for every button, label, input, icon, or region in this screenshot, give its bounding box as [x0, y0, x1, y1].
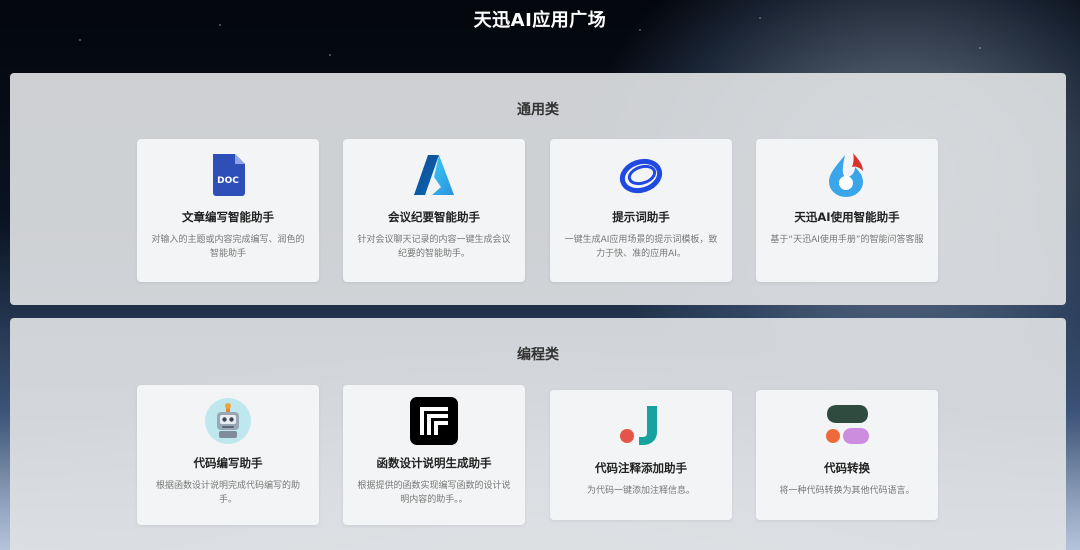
app-card-description: 根据提供的函数实现编写函数的设计说明内容的助手。。 [357, 481, 511, 505]
flame-drop-icon [823, 151, 871, 199]
app-card-code-converter[interactable]: 代码转换 将一种代码转换为其他代码语言。 [756, 390, 938, 520]
section-title: 编程类 [517, 347, 559, 363]
app-card-code-writer[interactable]: 代码编写助手 根据函数设计说明完成代码编写的助手。 [137, 385, 319, 525]
section-coding: 编程类 代码编写助手 根据函数设计说明完成代码编写的助手。 函数设计说明生成助手… [10, 318, 1066, 550]
blue-ring-icon [617, 151, 665, 199]
app-card-description: 对输入的主题或内容完成编写、润色的智能助手 [151, 235, 305, 259]
app-card-name: 代码注释添加助手 [595, 461, 687, 475]
app-card-function-doc-generator[interactable]: 函数设计说明生成助手 根据提供的函数实现编写函数的设计说明内容的助手。。 [343, 385, 525, 525]
dot-hook-icon [617, 402, 665, 450]
app-card-description: 为代码一键添加注释信息。 [586, 486, 695, 496]
app-card-name: 文章编写智能助手 [182, 210, 274, 224]
svg-text:DOC: DOC [217, 176, 239, 186]
section-general: 通用类 DOC 文章编写智能助手 对输入的主题或内容完成编写、润色的智能助手 会… [10, 73, 1066, 305]
app-card-description: 针对会议聊天记录的内容一键生成会议纪要的智能助手。 [357, 235, 511, 259]
app-card-article-writer[interactable]: DOC 文章编写智能助手 对输入的主题或内容完成编写、润色的智能助手 [137, 139, 319, 282]
app-card-description: 根据函数设计说明完成代码编写的助手。 [155, 481, 300, 505]
app-card-name: 提示词助手 [612, 210, 670, 224]
app-card-name: 代码编写助手 [193, 456, 263, 470]
app-card-name: 代码转换 [824, 461, 870, 475]
app-card-code-commenter[interactable]: 代码注释添加助手 为代码一键添加注释信息。 [550, 390, 732, 520]
page-title: 天迅AI应用广场 [473, 10, 607, 31]
azure-logo-icon [410, 151, 458, 199]
robot-icon [204, 397, 252, 445]
app-card-name: 会议纪要智能助手 [388, 210, 480, 224]
app-card-description: 将一种代码转换为其他代码语言。 [779, 486, 915, 496]
app-card-name: 天迅AI使用智能助手 [794, 210, 900, 224]
app-card-description: 一键生成AI应用场景的提示词模板，致力于快、准的应用AI。 [564, 235, 718, 259]
frame-logo-icon [410, 397, 458, 445]
app-card-name: 函数设计说明生成助手 [376, 456, 492, 470]
app-card-prompt-helper[interactable]: 提示词助手 一键生成AI应用场景的提示词模板，致力于快、准的应用AI。 [550, 139, 732, 282]
section-title: 通用类 [517, 102, 559, 118]
blob-shapes-icon [823, 402, 871, 450]
doc-file-icon: DOC [204, 151, 252, 199]
app-card-meeting-minutes[interactable]: 会议纪要智能助手 针对会议聊天记录的内容一键生成会议纪要的智能助手。 [343, 139, 525, 282]
app-card-usage-assistant[interactable]: 天迅AI使用智能助手 基于“天迅AI使用手册”的智能问答客服 [756, 139, 938, 282]
app-card-description: 基于“天迅AI使用手册”的智能问答客服 [770, 235, 924, 245]
